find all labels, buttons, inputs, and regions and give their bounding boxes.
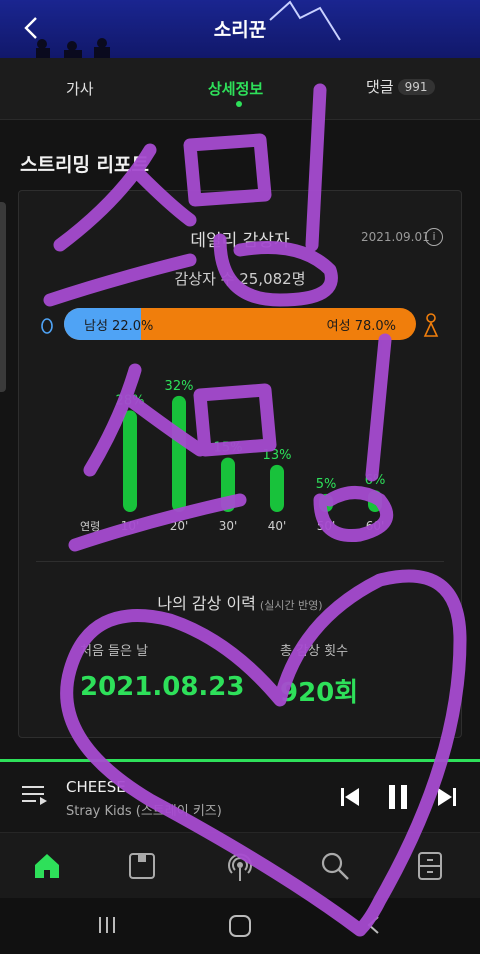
tab-comments[interactable]: 댓글 991: [366, 76, 435, 97]
female-ratio-label: 여성 78.0%: [326, 319, 396, 334]
playlist-icon[interactable]: [22, 784, 48, 808]
next-track-icon[interactable]: [436, 786, 458, 808]
history-title-text: 나의 감상 이력: [157, 594, 256, 613]
age-bar-value-label: 15%: [214, 441, 243, 456]
library-icon[interactable]: [128, 851, 156, 881]
age-bar: [172, 395, 186, 512]
age-category-label: 10': [121, 519, 140, 533]
age-bar: [368, 490, 382, 512]
storage-drawer-icon[interactable]: [416, 851, 444, 881]
search-icon[interactable]: [320, 851, 350, 881]
home-button-icon[interactable]: [228, 914, 252, 938]
tab-comments-label: 댓글: [366, 78, 394, 96]
age-bar-value-label: 32%: [165, 379, 194, 394]
age-bar-value-label: 13%: [263, 448, 292, 463]
age-bar: [270, 464, 284, 512]
total-plays-value: 920회: [280, 678, 359, 708]
age-bar-value-label: 28%: [116, 393, 145, 408]
age-category-label: 30': [219, 519, 238, 533]
mini-player[interactable]: CHEESE Stray Kids (스트레이 키즈): [0, 762, 480, 832]
pause-icon[interactable]: [386, 784, 410, 810]
x-axis-label: 연령: [80, 520, 100, 533]
age-category-label: 40': [268, 519, 287, 533]
info-icon[interactable]: i: [425, 228, 443, 246]
recent-apps-icon[interactable]: [96, 914, 118, 936]
age-category-label: 20': [170, 519, 189, 533]
tab-lyrics-label: 가사: [66, 80, 94, 98]
history-subtitle: (실시간 반영): [259, 599, 323, 612]
female-icon: [423, 313, 439, 337]
age-category-label: 50': [317, 519, 336, 533]
first-listen-date: 2021.08.23: [80, 672, 245, 702]
listener-count: 감상자 수 25,082명: [174, 270, 306, 288]
system-navigation-bar: [0, 898, 480, 954]
age-distribution-chart: 연령 28% 10' 32% 20' 15% 30' 13% 40' 5% 50' 6% 60': [80, 379, 386, 533]
comment-count-badge: 991: [397, 79, 435, 95]
age-category-label: 60': [366, 519, 385, 533]
song-artist[interactable]: Stray Kids (스트레이 키즈): [66, 800, 222, 819]
gender-ratio-bar: 남성 22.0% 여성 78.0%: [64, 308, 416, 340]
age-bar: [319, 493, 333, 512]
male-icon: [41, 318, 53, 334]
previous-track-icon[interactable]: [339, 786, 361, 808]
male-ratio-label: 남성 22.0%: [84, 319, 154, 334]
podcast-icon[interactable]: [224, 851, 256, 883]
tab-details[interactable]: 상세정보: [208, 78, 263, 99]
tab-bar: 가사 상세정보 댓글 991: [0, 58, 480, 120]
page-title: 소리꾼: [213, 19, 267, 41]
bottom-navigation: [0, 832, 480, 898]
active-tab-indicator: [236, 101, 242, 107]
song-title[interactable]: CHEESE: [66, 778, 126, 796]
tab-lyrics[interactable]: 가사: [66, 78, 94, 99]
age-bar-value-label: 6%: [365, 473, 386, 488]
age-bar: [221, 457, 235, 512]
home-icon[interactable]: [32, 851, 62, 881]
total-plays-label: 총 감상 횟수: [280, 644, 349, 659]
age-bar: [123, 410, 137, 512]
top-header: 소리꾼: [0, 0, 480, 58]
system-back-icon[interactable]: [364, 914, 384, 936]
tab-details-label: 상세정보: [208, 80, 264, 98]
section-title: 스트리밍 리포트: [20, 154, 149, 176]
card-divider: [36, 561, 444, 562]
age-bar-value-label: 5%: [316, 477, 337, 492]
history-title: 나의 감상 이력 (실시간 반영): [0, 590, 480, 614]
report-date: 2021.09.01: [361, 230, 430, 244]
first-listen-label: 처음 들은 날: [80, 644, 149, 659]
